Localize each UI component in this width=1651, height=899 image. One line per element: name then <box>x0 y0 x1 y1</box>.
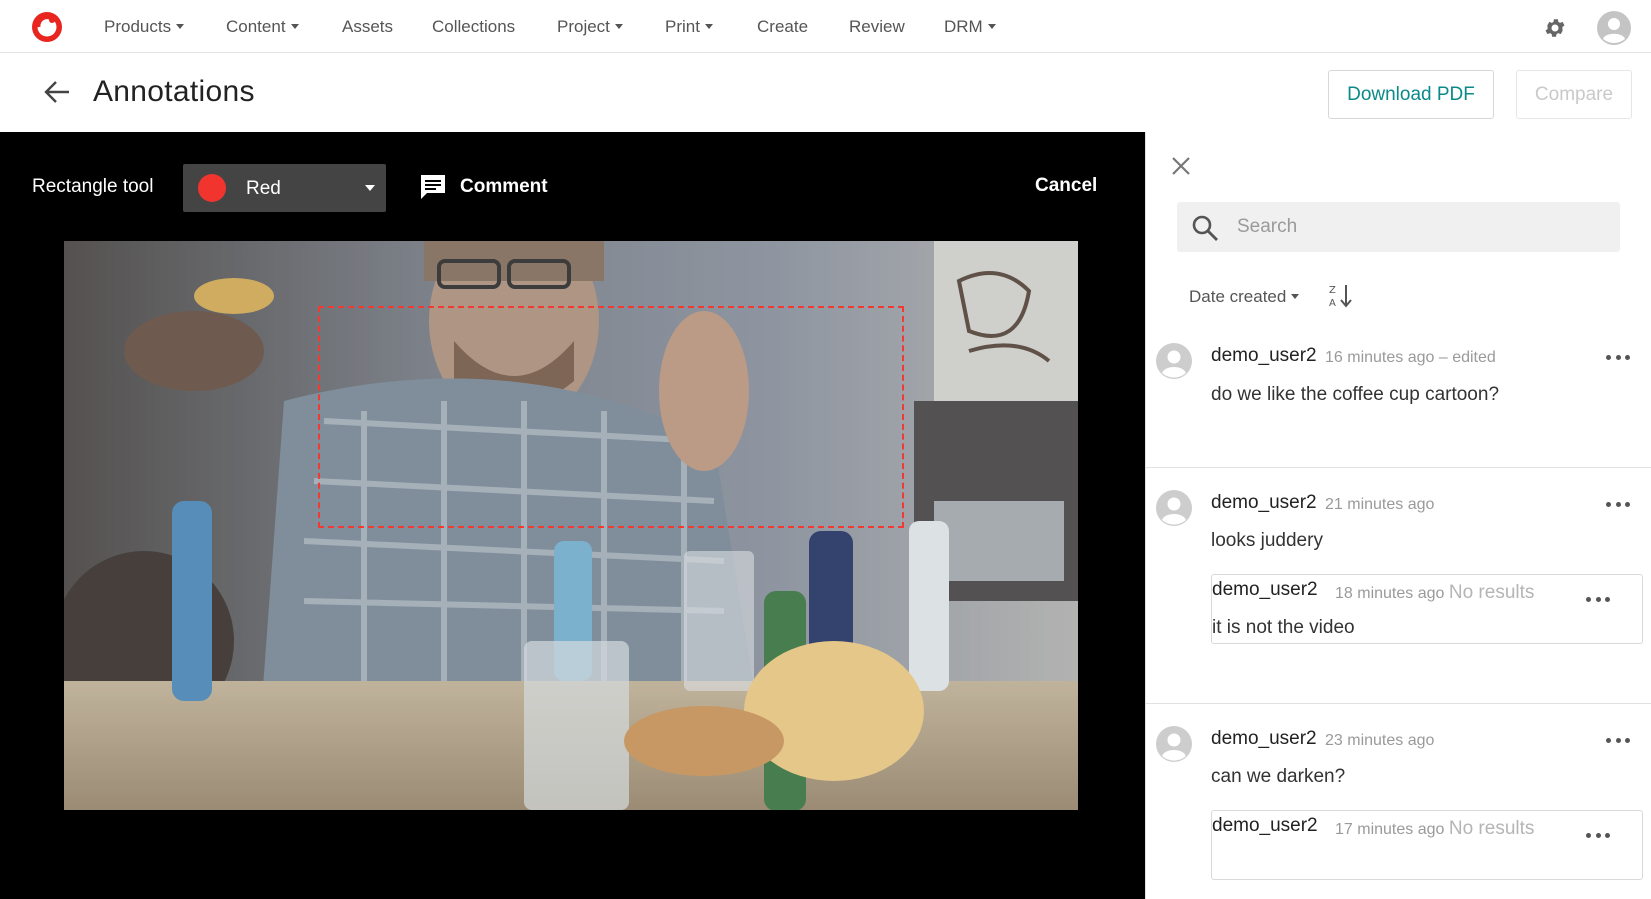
divider <box>1146 467 1651 468</box>
reply-timestamp: 18 minutes ago No results <box>1335 582 1535 603</box>
gear-icon[interactable] <box>1543 16 1567 40</box>
video-frame[interactable] <box>64 241 1078 810</box>
reply-author: demo_user2 <box>1212 579 1318 600</box>
chevron-down-icon <box>704 24 713 29</box>
nav-project[interactable]: Project <box>557 17 623 37</box>
divider <box>1146 703 1651 704</box>
comment-timestamp: 16 minutes ago – edited <box>1325 349 1496 366</box>
chevron-down-icon <box>1291 294 1300 299</box>
more-options-icon[interactable] <box>1586 597 1610 603</box>
comment-timestamp: 21 minutes ago <box>1325 496 1435 513</box>
nav-create[interactable]: Create <box>757 17 808 37</box>
page-header: Annotations Download PDF Compare <box>0 53 1651 132</box>
reply-item: demo_user2 18 minutes ago No results it … <box>1211 574 1643 644</box>
chevron-down-icon <box>365 185 375 191</box>
avatar-icon <box>1156 343 1192 379</box>
sort-dropdown[interactable]: Date created <box>1189 287 1300 307</box>
comment-author: demo_user2 <box>1211 728 1317 749</box>
nav-drm[interactable]: DRM <box>944 17 996 37</box>
chevron-down-icon <box>290 24 299 29</box>
search-box <box>1177 202 1620 252</box>
brand-logo-icon[interactable] <box>30 10 64 44</box>
nav-products[interactable]: Products <box>104 17 185 37</box>
cancel-button[interactable]: Cancel <box>1035 175 1097 197</box>
comment-author: demo_user2 <box>1211 345 1317 366</box>
reply-author: demo_user2 <box>1212 815 1318 836</box>
reply-timestamp: 17 minutes ago No results <box>1335 818 1535 839</box>
page-title: Annotations <box>93 75 255 108</box>
comment-text: can we darken? <box>1211 766 1346 787</box>
close-icon[interactable] <box>1170 155 1192 177</box>
comment-text: do we like the coffee cup cartoon? <box>1211 384 1500 405</box>
color-swatch <box>198 174 226 202</box>
chevron-down-icon <box>987 24 996 29</box>
comment-author: demo_user2 <box>1211 492 1317 513</box>
comment-text: looks juddery <box>1211 530 1323 551</box>
comment-icon <box>421 175 445 199</box>
annotation-stage: Rectangle tool Red Comment Cancel <box>0 132 1145 899</box>
search-icon <box>1192 215 1218 241</box>
back-arrow-icon[interactable] <box>43 79 71 105</box>
nav-content[interactable]: Content <box>226 17 299 37</box>
more-options-icon[interactable] <box>1606 738 1630 744</box>
nav-review[interactable]: Review <box>849 17 905 37</box>
more-options-icon[interactable] <box>1606 502 1630 508</box>
reply-status: No results <box>1448 582 1535 603</box>
reply-status: No results <box>1448 818 1535 839</box>
chevron-down-icon <box>176 24 185 29</box>
nav-collections[interactable]: Collections <box>432 17 515 37</box>
download-pdf-button[interactable]: Download PDF <box>1328 70 1494 119</box>
svg-text:Z: Z <box>1329 285 1336 296</box>
more-options-icon[interactable] <box>1606 355 1630 361</box>
comments-panel: Date created Z A demo_user2 16 minutes a… <box>1145 132 1651 899</box>
avatar-icon <box>1156 490 1192 526</box>
reply-text: it is not the video <box>1212 617 1355 638</box>
color-select-value: Red <box>246 178 281 199</box>
comment-button[interactable]: Comment <box>419 172 548 202</box>
sort-order-icon[interactable]: Z A <box>1329 283 1353 309</box>
more-options-icon[interactable] <box>1586 833 1610 839</box>
tool-label: Rectangle tool <box>32 176 154 197</box>
compare-button[interactable]: Compare <box>1516 70 1632 119</box>
user-avatar-icon[interactable] <box>1597 11 1631 45</box>
search-input[interactable] <box>1237 202 1607 252</box>
comment-button-label: Comment <box>460 176 548 197</box>
annotation-rectangle[interactable] <box>318 306 904 528</box>
svg-text:A: A <box>1329 298 1336 309</box>
chevron-down-icon <box>614 24 623 29</box>
color-select[interactable]: Red <box>183 164 386 212</box>
nav-print[interactable]: Print <box>665 17 713 37</box>
comment-timestamp: 23 minutes ago <box>1325 732 1435 749</box>
reply-item: demo_user2 17 minutes ago No results <box>1211 810 1643 880</box>
top-navigation: Products Content Assets Collections Proj… <box>0 0 1651 53</box>
avatar-icon <box>1156 726 1192 762</box>
nav-assets[interactable]: Assets <box>342 17 393 37</box>
